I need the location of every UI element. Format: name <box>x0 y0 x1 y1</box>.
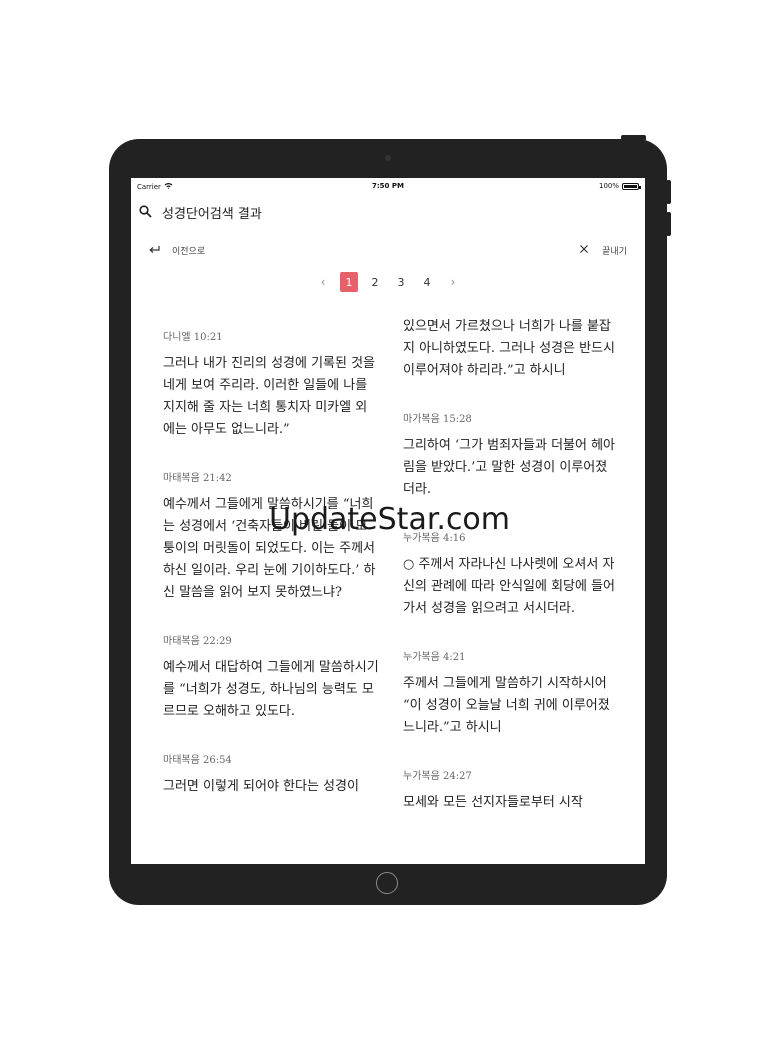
results-column-right: 있으면서 가르쳤으나 너희가 나를 붙잡지 아니하였도다. 그러나 성경은 반드… <box>403 316 619 842</box>
list-item[interactable]: 있으면서 가르쳤으나 너희가 나를 붙잡지 아니하였도다. 그러나 성경은 반드… <box>403 316 619 382</box>
battery-percent: 100% <box>598 182 619 190</box>
list-item[interactable]: 누가복음 24:27 모세와 모든 선지자들로부터 시작 <box>403 767 619 814</box>
close-icon <box>580 245 589 256</box>
verse-text: ○ 주께서 자라나신 나사렛에 오셔서 자신의 관례에 따라 안식일에 회당에 … <box>403 557 616 616</box>
app-header: 성경단어검색 결과 <box>139 202 262 222</box>
status-time: 7:50 PM <box>372 182 404 190</box>
list-item[interactable]: 마태복음 26:54 그러면 이렇게 되어야 한다는 성경이 <box>163 751 379 798</box>
verse-reference: 누가복음 4:21 <box>403 652 466 663</box>
list-item[interactable]: 마태복음 22:29 예수께서 대답하여 그들에게 말씀하시기를 “너희가 성경… <box>163 632 379 723</box>
verse-text: 모세와 모든 선지자들로부터 시작 <box>403 795 583 810</box>
camera <box>385 155 391 161</box>
verse-text: 예수께서 대답하여 그들에게 말씀하시기를 “너희가 성경도, 하나님의 능력도… <box>163 660 379 719</box>
verse-text: 그리하여 ‘그가 범죄자들과 더불어 헤아림을 받았다.’고 말한 성경이 이루… <box>403 438 616 497</box>
page-3-button[interactable]: 3 <box>392 272 410 292</box>
status-bar: Carrier 7:50 PM 100% <box>131 178 645 195</box>
verse-reference: 마가복음 15:28 <box>403 414 472 425</box>
close-button[interactable]: 끝내기 <box>580 244 627 257</box>
home-button[interactable] <box>376 872 398 894</box>
watermark: UpdateStar.com <box>268 502 511 537</box>
search-icon[interactable] <box>139 203 152 222</box>
verse-text: 그러나 내가 진리의 성경에 기록된 것을 네게 보여 주리라. 이러한 일들에… <box>163 356 376 437</box>
back-label: 이전으로 <box>172 247 206 257</box>
list-item[interactable]: 다니엘 10:21 그러나 내가 진리의 성경에 기록된 것을 네게 보여 주리… <box>163 328 379 441</box>
list-item[interactable]: 누가복음 4:21 주께서 그들에게 말씀하기 시작하시어 “이 성경이 오늘날… <box>403 648 619 739</box>
page-title: 성경단어검색 결과 <box>162 206 262 222</box>
page-2-button[interactable]: 2 <box>366 272 384 292</box>
results-content[interactable]: 다니엘 10:21 그러나 내가 진리의 성경에 기록된 것을 네게 보여 주리… <box>131 316 645 864</box>
chevron-right-icon[interactable]: › <box>444 275 462 289</box>
back-arrow-icon <box>149 245 160 257</box>
close-label: 끝내기 <box>602 247 627 257</box>
back-button[interactable]: 이전으로 <box>149 244 205 257</box>
verse-reference: 마태복음 26:54 <box>163 755 232 766</box>
list-item[interactable]: 마가복음 15:28 그리하여 ‘그가 범죄자들과 더불어 헤아림을 받았다.’… <box>403 410 619 501</box>
verse-text: 주께서 그들에게 말씀하기 시작하시어 “이 성경이 오늘날 너희 귀에 이루어… <box>403 676 610 735</box>
verse-reference: 다니엘 10:21 <box>163 332 223 343</box>
page-4-button[interactable]: 4 <box>418 272 436 292</box>
verse-reference: 누가복음 24:27 <box>403 771 472 782</box>
verse-reference: 마태복음 21:42 <box>163 473 232 484</box>
verse-text: 있으면서 가르쳤으나 너희가 나를 붙잡지 아니하였도다. 그러나 성경은 반드… <box>403 319 616 378</box>
chevron-left-icon[interactable]: ‹ <box>314 275 332 289</box>
results-column-left: 다니엘 10:21 그러나 내가 진리의 성경에 기록된 것을 네게 보여 주리… <box>163 328 379 826</box>
page-1-button[interactable]: 1 <box>340 272 358 292</box>
list-item[interactable]: 누가복음 4:16 ○ 주께서 자라나신 나사렛에 오셔서 자신의 관례에 따라… <box>403 529 619 620</box>
verse-text: 그러면 이렇게 되어야 한다는 성경이 <box>163 779 359 794</box>
navigation-bar: 이전으로 끝내기 <box>149 244 627 258</box>
verse-reference: 마태복음 22:29 <box>163 636 232 647</box>
pagination: ‹ 1 2 3 4 › <box>131 272 645 292</box>
battery-icon <box>622 182 641 190</box>
